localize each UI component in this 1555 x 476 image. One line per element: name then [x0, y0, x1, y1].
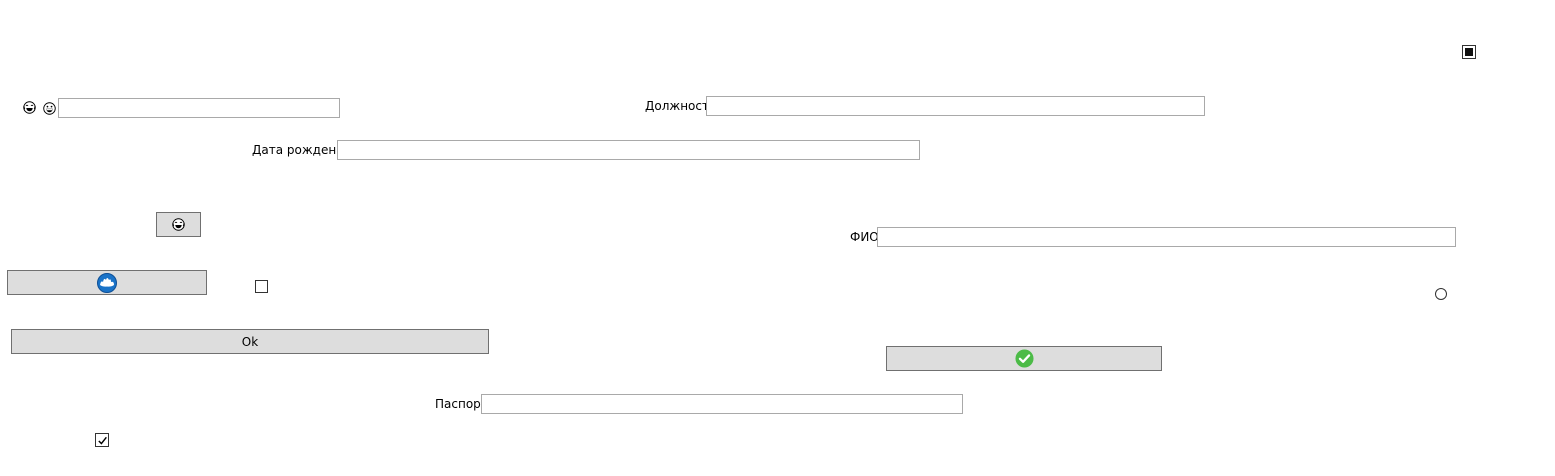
laughing-face-icon [23, 101, 36, 114]
grinning-face-icon [43, 102, 56, 115]
confirm-button[interactable] [886, 346, 1162, 371]
emoji-button[interactable] [156, 212, 201, 237]
green-check-circle-icon [1014, 349, 1034, 368]
checkmark-icon [97, 436, 107, 445]
passport-field[interactable] [481, 394, 963, 414]
top-right-toggle-checkbox[interactable] [1462, 45, 1476, 59]
full-name-label: ФИО [850, 230, 879, 244]
radio-button[interactable] [1435, 288, 1447, 300]
blue-splash-icon [97, 272, 117, 293]
ok-button[interactable]: Ok [11, 329, 489, 354]
position-field[interactable] [706, 96, 1205, 116]
filled-square-icon [1465, 48, 1473, 56]
full-name-field[interactable] [877, 227, 1456, 247]
splash-icon-button[interactable] [7, 270, 207, 295]
laughing-face-icon [172, 218, 185, 231]
bottom-checkbox[interactable] [95, 433, 109, 447]
passport-label: Паспорт [435, 397, 488, 411]
birth-date-field[interactable] [337, 140, 920, 160]
unlabeled-text-field[interactable] [58, 98, 340, 118]
mid-checkbox[interactable] [255, 280, 268, 293]
